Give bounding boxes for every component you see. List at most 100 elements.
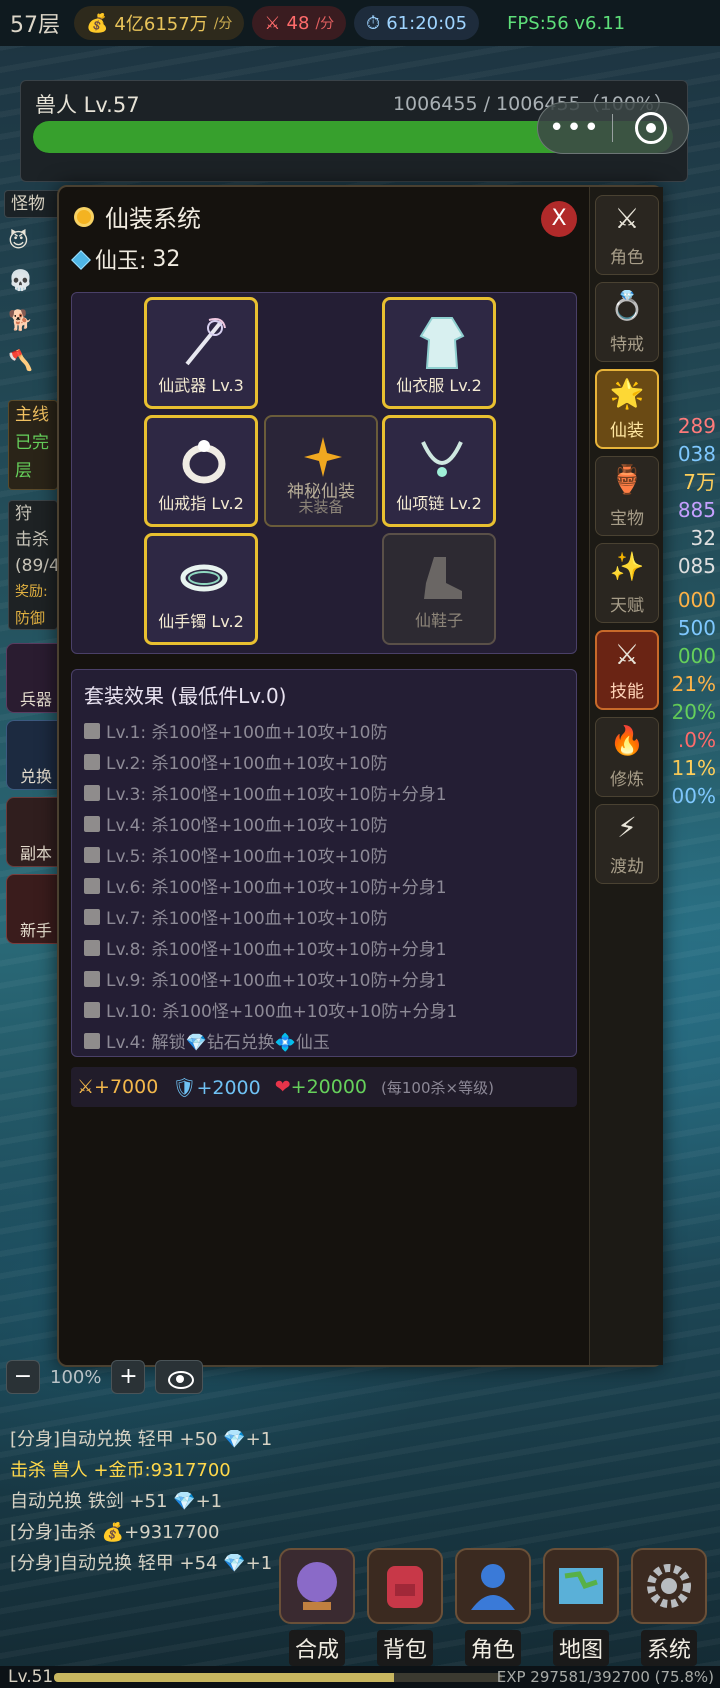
- tab-talent-label: 天赋: [610, 596, 644, 616]
- newbie-side-label: 新手: [19, 921, 52, 940]
- sword-bonus-icon: ⚔: [77, 1076, 95, 1098]
- stat-7: 000: [677, 588, 716, 612]
- quest-line-3: 层: [15, 461, 32, 481]
- stat-14: 00%: [671, 784, 716, 808]
- urn-tab-icon: 🏺: [609, 463, 645, 496]
- kill-rate: ⚔ 48 /分: [252, 6, 347, 40]
- tab-talent[interactable]: ✨ 天赋: [595, 543, 659, 623]
- exp-text: EXP 297581/392700 (75.8%): [496, 1668, 714, 1686]
- close-button[interactable]: X: [541, 201, 577, 237]
- boot-icon: [424, 557, 462, 599]
- bonus-summary: ⚔+7000 🛡+2000 ❤+20000 (每100杀×等级): [71, 1067, 577, 1107]
- quest-line-2: 已完: [15, 433, 49, 453]
- stat-9: 000: [677, 644, 716, 668]
- close-miniprogram-icon[interactable]: [635, 112, 667, 144]
- set-bonus-text: Lv.8: 杀100怪+100血+10攻+10防+分身1: [106, 940, 447, 960]
- tab-tribulation-label: 渡劫: [610, 857, 644, 877]
- hunt-line-3: (89/4: [15, 556, 60, 576]
- nav-synthesize[interactable]: 合成: [278, 1548, 356, 1670]
- slot-mystery[interactable]: 神秘仙装 未装备: [264, 415, 378, 527]
- hunt-line-5: 防御: [15, 609, 46, 627]
- eye-icon[interactable]: [155, 1360, 204, 1394]
- log-line: [分身]自动兑换 轻甲 +50 💎+1: [10, 1429, 273, 1450]
- tab-skill-label: 技能: [610, 682, 644, 702]
- gear-icon: [631, 1548, 707, 1624]
- kill-rate-value: 48: [286, 12, 310, 34]
- set-bonus-text: Lv.4: 杀100怪+100血+10攻+10防: [106, 816, 388, 836]
- backpack-icon: [367, 1548, 443, 1624]
- exchange-side-label: 兑换: [19, 767, 52, 786]
- zoom-out-button[interactable]: −: [6, 1360, 40, 1394]
- set-bonus-text: Lv.3: 杀100怪+100血+10攻+10防+分身1: [106, 785, 447, 805]
- tab-tribulation[interactable]: ⚡ 渡劫: [595, 804, 659, 884]
- checkbox-icon: [84, 1032, 100, 1049]
- tab-treasure[interactable]: 🏺 宝物: [595, 456, 659, 536]
- set-bonus-row: Lv.2: 杀100怪+100血+10攻+10防: [80, 746, 568, 777]
- nav-character-label: 角色: [464, 1630, 521, 1666]
- shield-icon: 🛡: [172, 1076, 197, 1099]
- tab-cultivate[interactable]: 🔥 修炼: [595, 717, 659, 797]
- monster-list-dog-icon: 🐕: [8, 308, 33, 332]
- slot-necklace[interactable]: 仙项链 Lv.2: [382, 415, 496, 527]
- defense-bonus: 🛡+2000: [172, 1076, 260, 1099]
- monster-list-tab[interactable]: 怪物: [4, 190, 64, 218]
- modal-tab-column: ⚔ 角色 💍 特戒 🌟 仙装 🏺 宝物 ✨ 天赋 ⚔ 技能 🔥 修炼 ⚡ 渡劫: [589, 187, 663, 1365]
- monster-list-devil-icon: 😈: [8, 228, 29, 252]
- log-line: 击杀 兽人 +金币:9317700: [10, 1460, 231, 1481]
- slot-shoes[interactable]: 仙鞋子: [382, 533, 496, 645]
- log-line: [分身]击杀 💰+9317700: [10, 1522, 220, 1543]
- tab-special-ring[interactable]: 💍 特戒: [595, 282, 659, 362]
- slot-ring[interactable]: 仙戒指 Lv.2: [144, 415, 258, 527]
- play-timer-value: 61:20:05: [386, 12, 468, 34]
- set-bonus-text: Lv.9: 杀100怪+100血+10攻+10防+分身1: [106, 971, 447, 991]
- nav-backpack[interactable]: 背包: [366, 1548, 444, 1670]
- jade-value: 32: [152, 246, 181, 272]
- miniprogram-capsule[interactable]: •••: [537, 102, 689, 154]
- tab-immortal-gear[interactable]: 🌟 仙装: [595, 369, 659, 449]
- main-quest-panel[interactable]: 主线 已完 层: [8, 400, 58, 490]
- set-bonus-text: Lv.7: 杀100怪+100血+10攻+10防: [106, 909, 388, 929]
- exp-track: [54, 1673, 502, 1682]
- map-icon: [543, 1548, 619, 1624]
- quest-line-1: 主线: [15, 405, 49, 425]
- slot-ring-label: 仙戒指 Lv.2: [158, 494, 244, 513]
- immortal-gear-modal: 仙装系统 X 仙玉: 32 仙武器 Lv.3 仙衣服 Lv.2 仙戒指 Lv.2…: [57, 185, 663, 1367]
- zoom-level: 100%: [50, 1366, 102, 1388]
- modal-title-text: 仙装系统: [105, 205, 201, 233]
- more-menu-icon[interactable]: •••: [538, 113, 612, 143]
- slot-weapon[interactable]: 仙武器 Lv.3: [144, 297, 258, 409]
- nav-character[interactable]: 角色: [454, 1548, 532, 1670]
- jade-currency: 仙玉: 32: [71, 243, 180, 275]
- set-bonus-row: Lv.1: 杀100怪+100血+10攻+10防: [80, 715, 568, 746]
- monster-list-skull-icon: 💀: [8, 268, 33, 292]
- bonus-note: (每100杀×等级): [381, 1078, 494, 1097]
- robe-icon: [419, 317, 465, 369]
- sun-tab-icon: 🌟: [609, 377, 645, 410]
- bracelet-icon: [180, 564, 228, 592]
- tab-skill[interactable]: ⚔ 技能: [595, 630, 659, 710]
- set-bonus-text: Lv.1: 杀100怪+100血+10攻+10防: [106, 723, 388, 743]
- zoom-in-button[interactable]: +: [111, 1360, 146, 1394]
- tab-special-ring-label: 特戒: [610, 335, 644, 355]
- swords-tab-icon: ⚔: [614, 638, 640, 671]
- set-bonus-row: Lv.4: 解锁💎钻石兑换💠仙玉: [80, 1025, 568, 1056]
- person-icon: [455, 1548, 531, 1624]
- money-bag-icon: 💰: [86, 12, 109, 34]
- stat-10: 21%: [671, 672, 716, 696]
- slot-necklace-label: 仙项链 Lv.2: [396, 494, 482, 513]
- attack-bonus: ⚔+7000: [77, 1076, 158, 1098]
- nav-system[interactable]: 系统: [630, 1548, 708, 1670]
- necklace-icon: [421, 441, 463, 477]
- right-stats-column: 289 038 7万 885 32 085 000 500 000 21% 20…: [660, 412, 720, 810]
- checkbox-icon: [84, 784, 100, 801]
- set-bonus-row: Lv.10: 杀100怪+100血+10攻+10防+分身1: [80, 994, 568, 1025]
- slot-clothes[interactable]: 仙衣服 Lv.2: [382, 297, 496, 409]
- hunt-quest-panel[interactable]: 狩 击杀 (89/4 奖励: 防御: [8, 500, 60, 630]
- zoom-controls: − 100% +: [6, 1360, 204, 1394]
- nav-map[interactable]: 地图: [542, 1548, 620, 1670]
- slot-bracelet[interactable]: 仙手镯 Lv.2: [144, 533, 258, 645]
- tab-character[interactable]: ⚔ 角色: [595, 195, 659, 275]
- tab-immortal-gear-label: 仙装: [610, 421, 644, 441]
- checkbox-icon: [84, 815, 100, 832]
- hunt-line-1: 狩: [15, 504, 32, 524]
